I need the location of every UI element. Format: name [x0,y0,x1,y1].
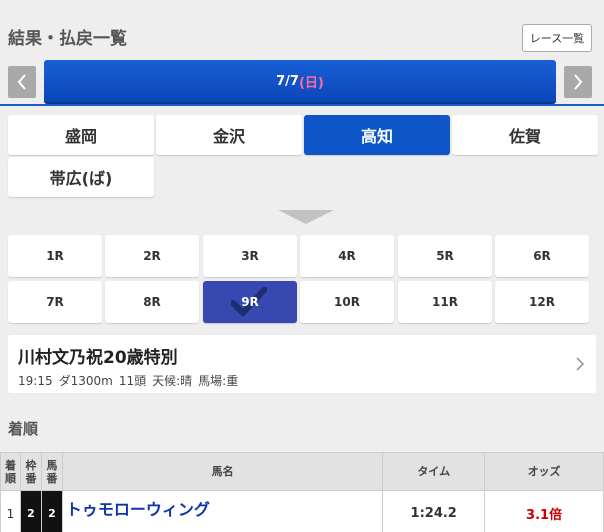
rank-cell: 1 [0,490,21,532]
venue-tab-saga[interactable]: 佐賀 [452,115,598,155]
venue-tab-morioka[interactable]: 盛岡 [8,115,154,155]
header-horse-name: 馬名 [61,452,384,491]
race-button-2r[interactable]: 2R [105,235,199,277]
header-waku: 枠番 [19,452,42,491]
race-button-1r[interactable]: 1R [8,235,102,277]
header-rank: 着順 [0,452,21,491]
results-section-title: 着順 [8,420,39,438]
race-button-4r[interactable]: 4R [300,235,394,277]
race-runners: 11頭 [118,374,147,388]
race-name: 川村文乃祝20歳特別 [18,348,178,368]
race-button-11r[interactable]: 11R [398,281,492,323]
race-button-10r[interactable]: 10R [300,281,394,323]
odds-cell: 3.1倍 [484,490,604,532]
horse-cell: トゥモローウィング [61,490,384,532]
race-info-card[interactable]: 川村文乃祝20歳特別 19:15 ダ1300m 11頭 天候:晴 馬場:重 [8,335,596,393]
race-button-6r[interactable]: 6R [495,235,589,277]
race-time: 19:15 [18,374,53,388]
race-button-9r[interactable]: 9R [203,281,297,323]
date-navigation: 7/7 (日) [0,58,604,106]
race-button-8r[interactable]: 8R [105,281,199,323]
header-odds: オッズ [484,452,604,491]
waku-cell: 2 [19,490,42,532]
chevron-left-icon [17,74,26,90]
header-time: タイム [382,452,486,491]
race-button-5r[interactable]: 5R [398,235,492,277]
venue-tab-kochi[interactable]: 高知 [304,115,450,155]
results-table: 着順 枠番 馬番 馬名 タイム オッズ 1 2 2 トゥモローウィング 1:24… [0,452,604,532]
prev-date-button[interactable] [8,66,36,98]
chevron-right-icon [574,74,583,90]
race-track-condition: 馬場:重 [198,374,239,388]
table-row: 1 2 2 トゥモローウィング 1:24.2 3.1倍 [0,490,604,532]
time-cell: 1:24.2 [382,490,486,532]
current-date: 7/7 (日) [44,60,556,104]
venue-tab-kanazawa[interactable]: 金沢 [156,115,302,155]
venue-tab-obihiro[interactable]: 帯広(ば) [8,157,154,197]
day-of-week-label: (日) [298,75,324,91]
down-arrow-icon [278,210,334,224]
race-list-button[interactable]: レース一覧 [522,24,592,52]
date-label: 7/7 [276,73,299,89]
horse-name-link[interactable]: トゥモローウィング [66,496,210,520]
next-date-button[interactable] [564,66,592,98]
uma-cell: 2 [40,490,63,532]
race-button-7r[interactable]: 7R [8,281,102,323]
race-button-3r[interactable]: 3R [203,235,297,277]
race-course: ダ1300m [58,374,113,388]
race-button-12r[interactable]: 12R [495,281,589,323]
chevron-right-icon [576,357,585,371]
race-meta: 19:15 ダ1300m 11頭 天候:晴 馬場:重 [18,372,244,389]
race-weather: 天候:晴 [152,374,193,388]
date-underline [0,104,604,106]
page-title: 結果・払戻一覧 [8,29,127,49]
header-uma: 馬番 [40,452,63,491]
